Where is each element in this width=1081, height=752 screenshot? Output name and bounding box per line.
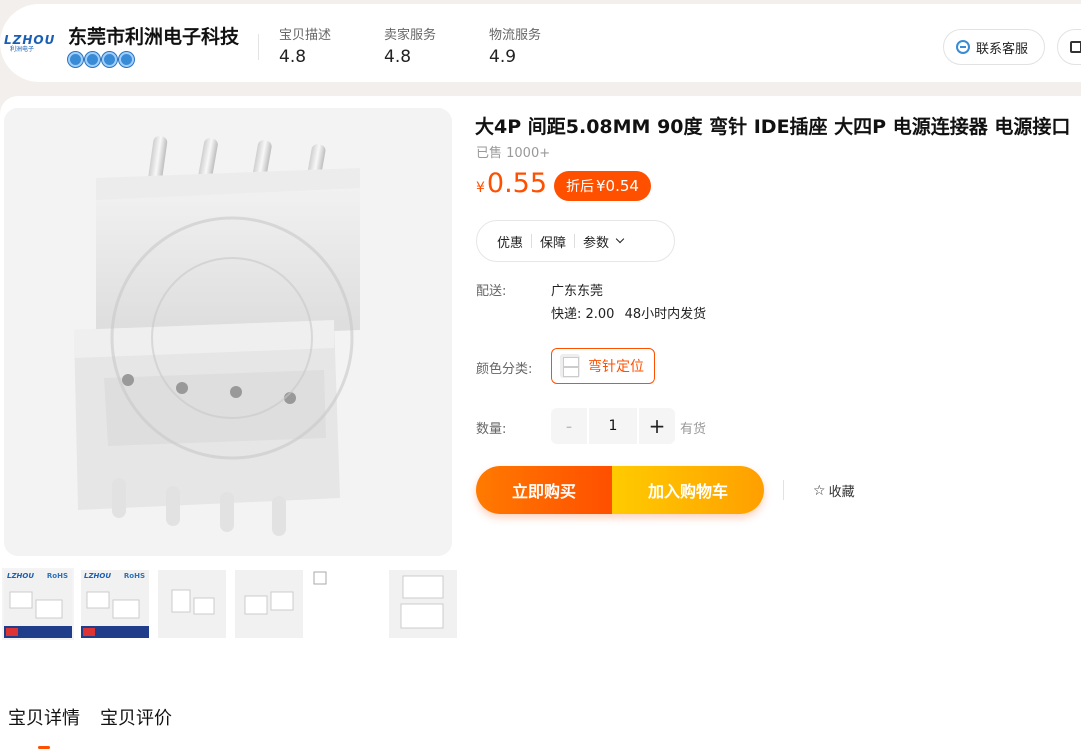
thumbnail[interactable] [389, 570, 457, 638]
score-label: 卖家服务 [384, 28, 437, 43]
discount-price: ¥0.54 [596, 177, 639, 195]
sold-count: 已售 1000+ [476, 146, 551, 161]
quantity-increase-button[interactable]: + [639, 408, 675, 444]
tab-coupon[interactable]: 优惠 [497, 232, 523, 251]
tab-separator [531, 234, 533, 248]
score-value: 4.8 [279, 47, 307, 67]
thumb-image [171, 589, 215, 615]
header-divider [258, 34, 259, 60]
logo-text: LZHOU [4, 33, 56, 47]
broken-image-icon [313, 571, 327, 585]
tab-separator [574, 234, 576, 248]
shop-logo[interactable]: LZHOU 利洲电子 [4, 34, 58, 56]
score-label: 宝贝描述 [279, 28, 332, 43]
action-divider [783, 480, 784, 500]
product-main: LZHOU RoHS LZHOU RoHS 大4P 间距5.08MM 90度 弯… [0, 96, 1081, 752]
medal-icon [102, 52, 117, 67]
ship-time: 48小时内发货 [624, 307, 707, 322]
active-tab-indicator [38, 746, 50, 749]
sku-thumbnail [560, 354, 580, 378]
thumbnail[interactable] [158, 570, 226, 638]
score-service: 卖家服务 4.8 [384, 24, 436, 67]
thumbnail[interactable] [312, 570, 380, 638]
medal-icon [68, 52, 83, 67]
thumb-banner [4, 626, 72, 638]
contact-service-label: 联系客服 [976, 41, 1029, 57]
buy-now-button[interactable]: 立即购买 [476, 466, 612, 514]
discount-label: 折后 [566, 179, 594, 195]
ship-from[interactable]: 广东东莞 [551, 280, 603, 299]
shipping-fee: 快递: 2.00 48小时内发货 [551, 303, 712, 322]
shipping-label: 配送: [476, 284, 507, 299]
price-currency: ¥ [476, 180, 485, 196]
add-to-cart-button[interactable]: 加入购物车 [612, 466, 764, 514]
price-value: 0.55 [486, 168, 548, 199]
shop-name[interactable]: 东莞市利洲电子科技 [68, 22, 239, 49]
thumb-image [400, 575, 444, 629]
thumbnail[interactable] [235, 570, 303, 638]
shop-header: LZHOU 利洲电子 东莞市利洲电子科技 宝贝描述 4.8 卖家服务 4.8 物… [0, 4, 1081, 82]
quantity-stepper: - 1 + [551, 408, 675, 444]
tab-reviews[interactable]: 宝贝评价 [100, 704, 172, 730]
sku-name: 弯针定位 [588, 359, 644, 375]
detail-tabs: 宝贝详情 宝贝评价 [8, 704, 172, 730]
favorite-button[interactable]: ☆ 收藏 [813, 481, 855, 501]
star-icon: ☆ [813, 482, 826, 499]
thumbnail[interactable]: LZHOU RoHS [2, 568, 74, 640]
contact-service-button[interactable]: 联系客服 [943, 29, 1045, 65]
price: ¥ 0.55 [476, 168, 547, 199]
favorite-label: 收藏 [828, 485, 855, 500]
logo-subtext: 利洲电子 [10, 46, 35, 53]
score-value: 4.8 [384, 47, 412, 67]
info-tabs: 优惠 保障 参数 [476, 220, 675, 262]
thumb-banner [81, 626, 149, 638]
score-description: 宝贝描述 4.8 [279, 24, 331, 67]
product-main-image[interactable] [4, 108, 452, 556]
medal-icon [119, 52, 134, 67]
score-label: 物流服务 [489, 28, 542, 43]
score-value: 4.9 [489, 47, 517, 67]
shop-icon [1070, 41, 1081, 53]
thumb-image [244, 591, 294, 615]
quantity-decrease-button[interactable]: - [551, 408, 587, 444]
thumbnail[interactable]: LZHOU RoHS [81, 570, 149, 638]
quantity-label: 数量: [476, 422, 507, 437]
connector-image [4, 108, 452, 556]
shop-rank-medals [68, 52, 134, 67]
tab-details[interactable]: 宝贝详情 [8, 704, 80, 730]
sku-option-selected[interactable]: 弯针定位 [551, 348, 655, 384]
discount-price-badge: 折后 ¥0.54 [554, 171, 651, 201]
tab-params[interactable]: 参数 [583, 232, 609, 251]
purchase-buttons: 立即购买 加入购物车 [476, 466, 764, 514]
stock-status: 有货 [680, 422, 707, 437]
thumbnail-strip: LZHOU RoHS LZHOU RoHS [2, 568, 457, 640]
quantity-input[interactable]: 1 [589, 408, 637, 444]
tab-guarantee[interactable]: 保障 [540, 232, 566, 251]
color-label: 颜色分类: [476, 362, 533, 377]
score-logistics: 物流服务 4.9 [489, 24, 541, 67]
medal-icon [85, 52, 100, 67]
chat-icon [956, 40, 970, 54]
chevron-down-icon[interactable] [615, 234, 625, 244]
express-fee: 快递: 2.00 [551, 307, 615, 322]
enter-shop-button[interactable] [1057, 29, 1081, 65]
product-title: 大4P 间距5.08MM 90度 弯针 IDE插座 大四P 电源连接器 电源接口 [475, 116, 1071, 138]
